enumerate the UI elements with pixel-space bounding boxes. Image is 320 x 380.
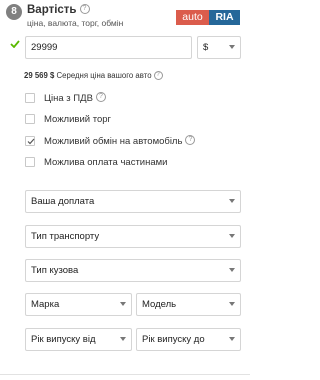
logo-auto-part: auto [176,10,209,25]
price-value: 29999 [31,42,58,53]
select-value: Рік випуску до [142,334,205,345]
make-select[interactable]: Марка [25,293,132,316]
help-icon[interactable]: ? [185,135,196,146]
option-bargain[interactable]: Можливий торг [25,113,240,126]
option-vat[interactable]: Ціна з ПДВ? [25,92,240,105]
option-car-exchange[interactable]: Можливий обмін на автомобіль? [25,135,240,148]
option-label: Можливий обмін на автомобіль? [44,135,196,148]
chevron-down-icon [229,45,235,49]
price-input[interactable]: 29999 [25,36,192,59]
divider [0,374,250,375]
help-icon[interactable]: ? [79,3,90,14]
year-to-select[interactable]: Рік випуску до [136,328,241,351]
chevron-down-icon [229,337,235,341]
chevron-down-icon [120,302,126,306]
chevron-down-icon [229,268,235,272]
checkbox[interactable] [25,157,35,167]
select-value: Марка [31,299,60,310]
option-label-text: Ціна з ПДВ [44,93,93,104]
section-subtitle: ціна, валюта, торг, обмін [27,18,124,28]
autoria-logo: auto RIA [176,10,240,25]
currency-value: $ [203,42,209,53]
currency-select[interactable]: $ [197,36,241,59]
option-installments[interactable]: Можлива оплата частинами [25,156,240,169]
help-icon[interactable]: ? [153,71,163,81]
checkbox[interactable] [25,114,35,124]
select-value: Рік випуску від [31,334,96,345]
select-value: Ваша доплата [31,196,95,207]
option-label: Можливий торг [44,114,111,125]
average-price-note: 29 569 $ Середня ціна вашого авто? [24,71,163,81]
chevron-down-icon [120,337,126,341]
option-label-text: Можливий обмін на автомобіль [44,136,183,147]
section-title: Вартість? [27,3,90,16]
average-price-amount: 29 569 $ [24,71,55,80]
checkbox[interactable] [25,93,35,103]
option-label: Можлива оплата частинами [44,157,168,168]
surcharge-select[interactable]: Ваша доплата [25,190,241,213]
checkbox-checked[interactable] [25,136,35,146]
body-type-select[interactable]: Тип кузова [25,259,241,282]
chevron-down-icon [229,302,235,306]
select-value: Тип транспорту [31,231,100,242]
select-value: Модель [142,299,177,310]
option-label: Ціна з ПДВ? [44,92,106,105]
help-icon[interactable]: ? [95,92,106,103]
section-title-text: Вартість [27,4,77,16]
select-value: Тип кузова [31,265,79,276]
chevron-down-icon [229,199,235,203]
average-price-label: Середня ціна вашого авто [56,71,152,80]
transport-type-select[interactable]: Тип транспорту [25,225,241,248]
chevron-down-icon [229,234,235,238]
year-from-select[interactable]: Рік випуску від [25,328,132,351]
logo-ria-part: RIA [209,10,240,25]
step-badge: 8 [6,4,22,20]
checkmark-icon [10,40,20,48]
checkmark-icon [27,138,35,145]
model-select[interactable]: Модель [136,293,241,316]
